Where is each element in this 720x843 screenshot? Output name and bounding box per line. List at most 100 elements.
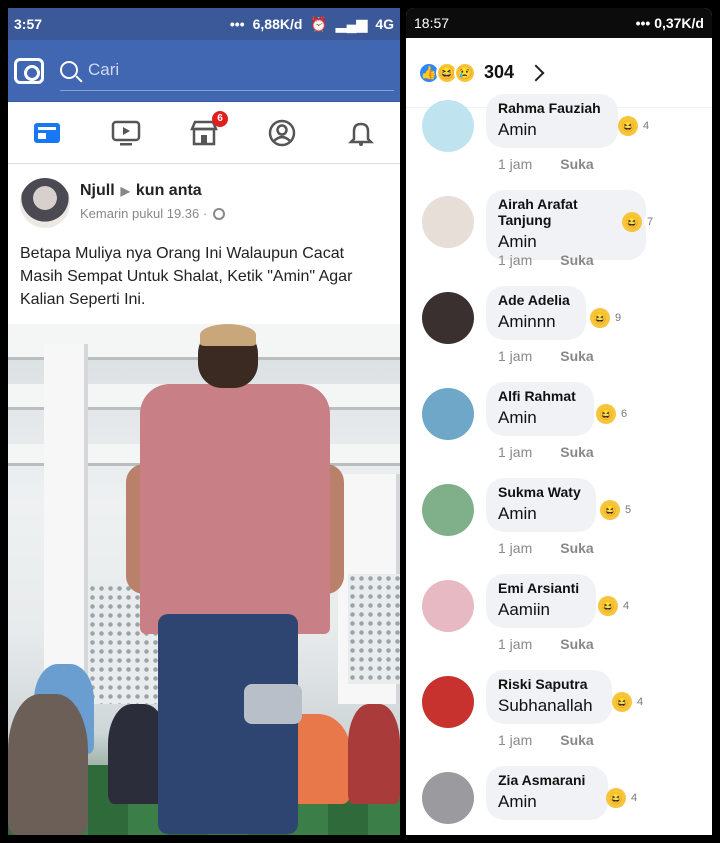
comment-time: 1 jam — [498, 348, 533, 364]
commenter-name[interactable]: Ade Adelia — [498, 292, 572, 308]
haha-reaction-icon: 😆 — [598, 596, 618, 616]
comment-bubble: Emi Arsianti Aamiin — [486, 574, 596, 628]
post-author: Njull ▶ kun anta — [80, 182, 225, 200]
avatar[interactable] — [20, 178, 70, 228]
avatar[interactable] — [422, 100, 474, 152]
comment-item: Riski Saputra Subhanallah 😆 4 1 jam Suka — [406, 666, 712, 762]
comment-time: 1 jam — [498, 540, 533, 556]
arrow-right-icon: ▶ — [120, 184, 130, 198]
chevron-right-icon[interactable] — [527, 64, 545, 81]
commenter-name[interactable]: Alfi Rahmat — [498, 388, 580, 404]
like-button[interactable]: Suka — [560, 252, 593, 268]
comment-text: Amin — [498, 504, 537, 523]
marketplace-icon[interactable]: 6 — [188, 110, 228, 147]
alarm-icon: ⏰ — [310, 15, 328, 32]
comment-text: Amin — [498, 408, 537, 427]
avatar[interactable] — [422, 676, 474, 728]
comments-screenshot: 18:57 ••• 0,37K/d 👍 😆 😢 304 Rahma Fauzia… — [406, 8, 712, 835]
haha-reaction-icon: 😆 — [590, 308, 610, 328]
comment-bubble: Riski Saputra Subhanallah — [486, 670, 612, 724]
comment-item: Emi Arsianti Aamiin 😆 4 1 jam Suka — [406, 570, 712, 666]
commenter-name[interactable]: Sukma Waty — [498, 484, 582, 500]
comment-time: 1 jam — [498, 156, 533, 172]
signal-icon: ▂▄▆ — [335, 15, 368, 32]
post-header: Njull ▶ kun anta Kemarin pukul 19.36 · — [8, 164, 400, 228]
comment-item: Sukma Waty Amin 😆 5 1 jam Suka — [406, 474, 712, 570]
commenter-name[interactable]: Emi Arsianti — [498, 580, 582, 596]
haha-reaction-icon: 😆 — [622, 212, 642, 232]
avatar[interactable] — [422, 580, 474, 632]
avatar[interactable] — [422, 388, 474, 440]
comment-bubble: Ade Adelia Aminnn — [486, 286, 586, 340]
like-button[interactable]: Suka — [560, 444, 593, 460]
status-time: 18:57 — [414, 15, 450, 31]
status-bar: 3:57 ••• 6,88K/d ⏰ ▂▄▆ 4G — [8, 8, 400, 40]
comment-text: Amin — [498, 232, 537, 251]
comment-item: Ade Adelia Aminnn 😆 9 1 jam Suka — [406, 282, 712, 378]
comment-reactions[interactable]: 😆 9 — [590, 308, 625, 328]
comment-item: Zia Asmarani Amin 😆 4 — [406, 762, 712, 835]
haha-reaction-icon: 😆 — [606, 788, 626, 808]
haha-reaction-icon: 😆 — [612, 692, 632, 712]
search-input[interactable]: Cari — [60, 51, 394, 91]
commenter-name[interactable]: Airah Arafat Tanjung — [498, 196, 632, 228]
comment-bubble: Sukma Waty Amin — [486, 478, 596, 532]
commenter-name[interactable]: Rahma Fauziah — [498, 100, 604, 116]
group-name[interactable]: kun anta — [136, 182, 202, 199]
like-button[interactable]: Suka — [560, 540, 593, 556]
comment-bubble: Zia Asmarani Amin — [486, 766, 608, 820]
comment-time: 1 jam — [498, 636, 533, 652]
comment-text: Aminnn — [498, 312, 556, 331]
comment-time: 1 jam — [498, 252, 533, 268]
network-speed: 6,88K/d — [252, 16, 303, 32]
search-icon — [60, 61, 78, 79]
comment-text: Amin — [498, 792, 537, 811]
post-meta: Kemarin pukul 19.36 · — [80, 206, 226, 221]
globe-icon — [213, 207, 226, 220]
bell-icon[interactable] — [345, 119, 377, 147]
like-button[interactable]: Suka — [560, 732, 593, 748]
avatar[interactable] — [422, 772, 474, 824]
avatar[interactable] — [422, 196, 474, 248]
post-timestamp[interactable]: Kemarin pukul 19.36 · — [80, 206, 207, 221]
avatar[interactable] — [422, 292, 474, 344]
comment-reactions[interactable]: 😆 5 — [600, 500, 635, 520]
post-photo[interactable] — [8, 324, 400, 835]
like-button[interactable]: Suka — [560, 156, 593, 172]
news-feed-icon[interactable] — [31, 119, 63, 147]
comment-reactions[interactable]: 😆 7 — [622, 212, 657, 232]
network-speed: 0,37K/d — [654, 15, 704, 31]
nav-bar: 6 — [8, 102, 400, 164]
comment-reactions[interactable]: 😆 4 — [598, 596, 633, 616]
commenter-name[interactable]: Zia Asmarani — [498, 772, 594, 788]
comment-bubble: Rahma Fauziah Amin — [486, 94, 618, 148]
network-type: 4G — [375, 16, 394, 32]
author-name[interactable]: Njull — [80, 182, 115, 199]
facebook-feed-screenshot: 3:57 ••• 6,88K/d ⏰ ▂▄▆ 4G Cari 6 Njull ▶… — [8, 8, 400, 835]
commenter-name[interactable]: Riski Saputra — [498, 676, 598, 692]
comment-item: Alfi Rahmat Amin 😆 6 1 jam Suka — [406, 378, 712, 474]
status-bar: 18:57 ••• 0,37K/d — [406, 8, 712, 38]
comment-text: Aamiin — [498, 600, 550, 619]
comment-item: Airah Arafat Tanjung Amin 😆 7 1 jam Suka — [406, 186, 712, 282]
comment-reactions[interactable]: 😆 4 — [612, 692, 647, 712]
haha-reaction-icon: 😆 — [600, 500, 620, 520]
search-header: Cari — [8, 40, 400, 102]
reaction-count: 304 — [484, 62, 515, 82]
camera-icon[interactable] — [14, 57, 44, 84]
like-button[interactable]: Suka — [560, 348, 593, 364]
haha-reaction-icon: 😆 — [618, 116, 638, 136]
avatar[interactable] — [422, 484, 474, 536]
notification-badge: 6 — [211, 110, 228, 127]
sad-reaction-icon: 😢 — [454, 61, 476, 84]
comment-time: 1 jam — [498, 732, 533, 748]
profile-icon[interactable] — [266, 119, 298, 147]
comment-reactions[interactable]: 😆 4 — [606, 788, 641, 808]
comment-text: Amin — [498, 120, 537, 139]
like-button[interactable]: Suka — [560, 636, 593, 652]
haha-reaction-icon: 😆 — [596, 404, 616, 424]
comment-reactions[interactable]: 😆 4 — [618, 116, 653, 136]
search-placeholder: Cari — [88, 60, 120, 79]
comment-reactions[interactable]: 😆 6 — [596, 404, 631, 424]
video-icon[interactable] — [110, 119, 142, 147]
